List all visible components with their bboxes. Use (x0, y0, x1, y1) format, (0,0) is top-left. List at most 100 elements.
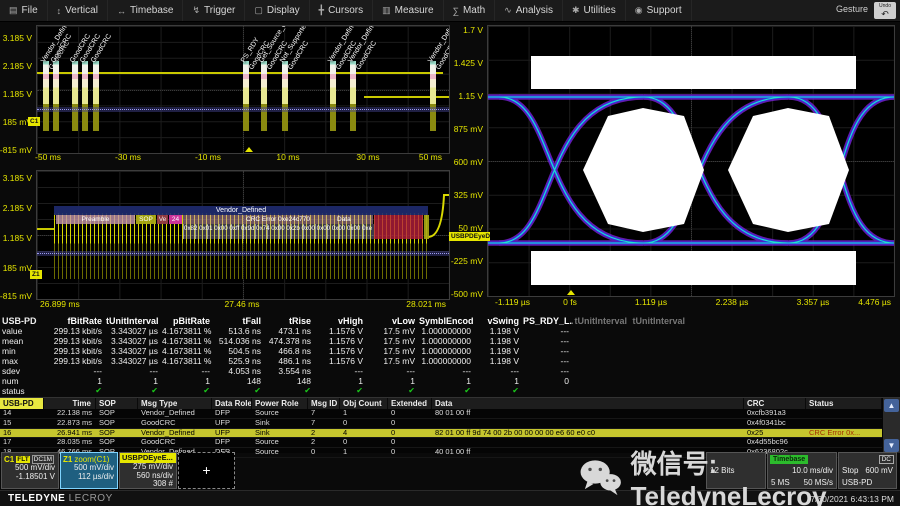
x-tick-label: 26.899 ms (40, 299, 80, 309)
measurement-column[interactable]: SymblEncod 1.000000000 1.000000000 1.000… (419, 316, 475, 396)
row-time: 28.035 ms (44, 438, 96, 447)
header-usbpd[interactable]: USB-PD (0, 398, 44, 409)
header-data-role[interactable]: Data Role (212, 398, 252, 409)
decode-segment[interactable]: 24 (169, 215, 182, 224)
decode-frame-band[interactable]: Vendor_Defined (54, 206, 428, 215)
scroll-up-button[interactable]: ▲ (884, 399, 899, 412)
eye-x-axis: -1.119 µs0 fs1.119 µs2.238 µs3.357 µs4.4… (487, 297, 893, 307)
row-sop: SOP (96, 409, 138, 418)
decode-segment[interactable]: SOP (136, 215, 156, 224)
eye-trace-badge[interactable]: USBPDEyeDia (449, 232, 490, 241)
menu-item[interactable]: ╋ Cursors (310, 0, 373, 21)
measurement-name: vHigh (315, 316, 367, 326)
row-obj-count: 0 (340, 419, 388, 428)
measure-mean (573, 336, 631, 346)
header-crc[interactable]: CRC (744, 398, 806, 409)
c1-name: C1 (4, 455, 14, 464)
header-status[interactable]: Status (806, 398, 882, 409)
menu-item[interactable]: ∿ Analysis (495, 0, 563, 21)
measurement-name: SymblEncod (419, 316, 475, 326)
menu-item[interactable]: ↯ Trigger (183, 0, 245, 21)
measure-num: 1 (419, 376, 475, 386)
decode-segment[interactable]: Preamble (56, 215, 135, 224)
measurement-column[interactable]: fBitRate 299.13 kbit/s 299.13 kbit/s 299… (42, 316, 106, 396)
decode-segment[interactable]: Ve (157, 215, 168, 224)
menu-item[interactable]: ◉ Support (626, 0, 692, 21)
status-bar: TELEDYNE LECROY 7/30/2021 6:43:13 PM (0, 490, 900, 506)
row-data-role: DFP (212, 438, 252, 447)
zoom-z1-descriptor[interactable]: Z1 zoom(C1) 500 mV/div 112 µs/div (60, 452, 118, 489)
menu-item[interactable]: ∑ Math (444, 0, 496, 21)
row-index: 16 (0, 429, 44, 438)
undo-button[interactable]: Undo ↶ (874, 2, 896, 19)
menu-item-label: Timebase (130, 5, 174, 16)
measurement-name: tUnitInterval (573, 316, 631, 326)
menu-item[interactable]: ↕ Vertical (48, 0, 108, 21)
scroll-down-button[interactable]: ▼ (884, 439, 899, 452)
row-data-bytes (432, 438, 744, 447)
channel-c1-descriptor[interactable]: C1 FLT DC1M 500 mV/div -1.18501 V (1, 452, 59, 489)
decode-eop-segment (424, 215, 429, 239)
row-crc: 0x4d55bc96 (744, 438, 806, 447)
row-status (806, 438, 882, 447)
measurement-column[interactable]: vSwing 1.198 V 1.198 V 1.198 V 1.198 V -… (475, 316, 523, 396)
timebase-descriptor[interactable]: Timebase 10.0 ms/div 5 MS 50 MS/s (767, 452, 837, 489)
decode-table-row[interactable]: 15 22.873 ms SOP GoodCRC UFP Sink 7 0 0 … (0, 419, 882, 429)
channel-waveform-plot[interactable]: Vendor_Defined GoodCRC GoodCRC GoodCRC G… (36, 25, 450, 154)
packet-burst: Not_Supported GoodCRC (282, 61, 288, 104)
measure-status-check: ✔ (475, 386, 523, 396)
menu-item[interactable]: ▥ Measure (373, 0, 443, 21)
channel-badge[interactable]: C1 (28, 117, 40, 126)
header-msg-type[interactable]: Msg Type (138, 398, 212, 409)
measurement-column[interactable]: tRise 473.1 ns 474.378 ns 466.8 ns 486.1… (265, 316, 315, 396)
trigger-descriptor[interactable]: DC Stop 600 mV USB-PD (838, 452, 897, 489)
measurement-column[interactable]: vHigh 1.1576 V 1.1576 V 1.1576 V 1.1576 … (315, 316, 367, 396)
measurement-name: pBitRate (162, 316, 214, 326)
decode-scrollbar[interactable]: ▲ ▼ (883, 398, 900, 453)
measure-sdev (631, 366, 689, 376)
measurement-column[interactable]: pBitRate 4.1673811 % 4.1673811 % 4.16738… (162, 316, 214, 396)
zoom-badge[interactable]: Z1 (30, 270, 42, 279)
header-msg-id[interactable]: Msg ID (308, 398, 340, 409)
burst-end-edge (428, 193, 449, 239)
measure-max: 299.13 kbit/s (42, 356, 106, 366)
menu-item[interactable]: ▢ Display (245, 0, 309, 21)
menu-item[interactable]: ↔ Timebase (108, 0, 184, 21)
row-data-role: DFP (212, 409, 252, 418)
measurement-column[interactable]: tUnitInterval (573, 316, 631, 396)
z1-tdiv: 112 µs/div (61, 473, 117, 482)
x-tick-label: 50 ms (419, 152, 442, 162)
measure-num: 1 (475, 376, 523, 386)
measure-max: 4.1673811 % (162, 356, 214, 366)
measure-status-check: ✔ (419, 386, 475, 396)
header-time[interactable]: Time (44, 398, 96, 409)
decode-table-row[interactable]: 14 22.138 ms SOP Vendor_Defined DFP Sour… (0, 409, 882, 419)
measure-min (573, 346, 631, 356)
measurement-column[interactable]: PS_RDY_L... --- --- --- --- --- 0 (523, 316, 573, 396)
measure-num: 1 (367, 376, 419, 386)
header-data[interactable]: Data (432, 398, 744, 409)
add-trace-button[interactable]: + (178, 452, 235, 489)
zoom-waveform-plot[interactable]: Vendor_Defined PreambleSOPVe24CRC Error … (36, 170, 450, 300)
measurement-column[interactable]: tUnitInterval 3.343027 µs 3.343027 µs 3.… (106, 316, 162, 396)
measurement-column[interactable]: tUnitInterval (631, 316, 689, 396)
measure-sdev: --- (315, 366, 367, 376)
decode-table-row[interactable]: 16 26.941 ms SOP Vendor_Defined UFP Sink… (0, 429, 882, 439)
measure-corner: USB-PD (2, 316, 42, 326)
header-sop[interactable]: SOP (96, 398, 138, 409)
header-extended[interactable]: Extended (388, 398, 432, 409)
header-obj-count[interactable]: Obj Count (340, 398, 388, 409)
decode-table-row[interactable]: 17 28.035 ms SOP GoodCRC DFP Source 2 0 … (0, 438, 882, 448)
menu-item[interactable]: ▤ File (0, 0, 48, 21)
menu-item[interactable]: ✱ Utilities (563, 0, 626, 21)
measurement-column[interactable]: vLow 17.5 mV 17.5 mV 17.5 mV 17.5 mV ---… (367, 316, 419, 396)
header-power-role[interactable]: Power Role (252, 398, 308, 409)
measure-mean: 1.1576 V (315, 336, 367, 346)
measure-min: 504.5 ns (214, 346, 265, 356)
measurement-column[interactable]: tFall 513.6 ns 514.036 ns 504.5 ns 525.9… (214, 316, 265, 396)
protocol-decode-table: USB-PD Time SOP Msg Type Data Role Power… (0, 397, 900, 453)
eye-trace-descriptor[interactable]: USBPDEyeE... 275 mV/div 560 ns/div 308 # (119, 452, 177, 489)
acquisition-descriptor[interactable]: 12 Bits (706, 452, 766, 489)
x-tick-label: 0 fs (563, 297, 577, 307)
eye-diagram-plot[interactable] (487, 25, 895, 297)
